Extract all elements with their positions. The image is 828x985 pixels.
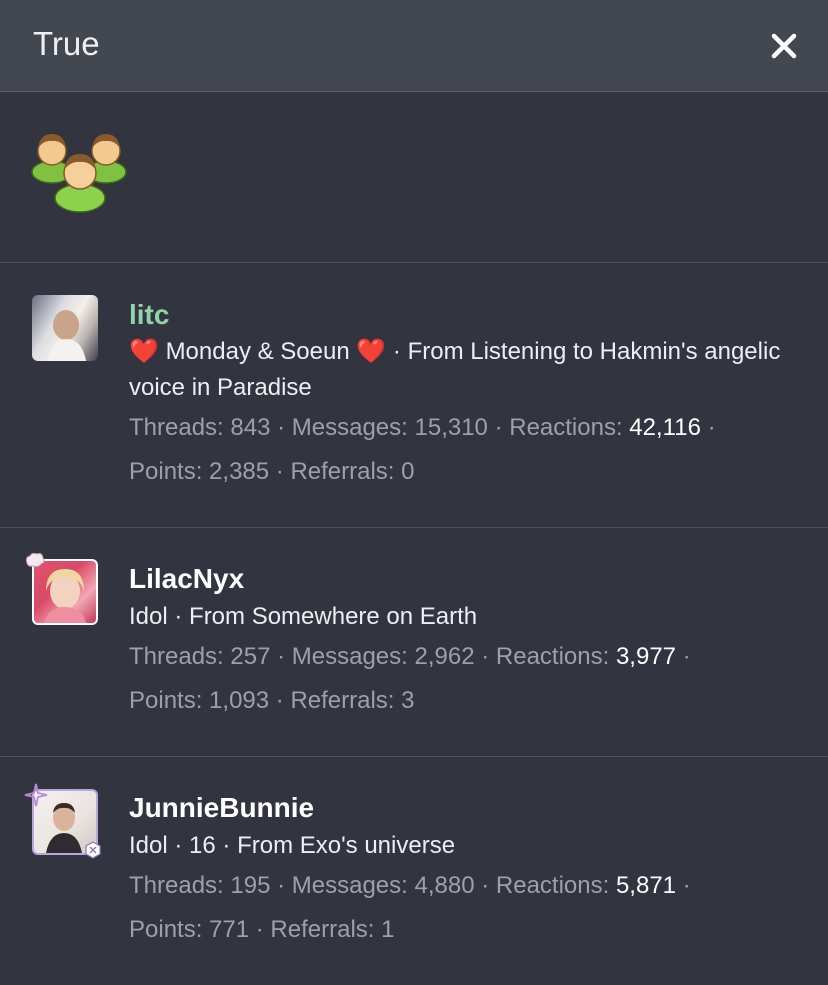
member-bio: Idol · 16 · From Exo's universe	[129, 828, 799, 864]
close-icon	[771, 33, 797, 59]
member-username[interactable]: LilacNyx	[129, 563, 244, 595]
points-count: 1,093	[209, 687, 270, 714]
member-title: Idol	[129, 603, 168, 630]
member-username[interactable]: litc	[129, 299, 169, 331]
group-icon-row	[0, 92, 828, 263]
messages-count: 15,310	[414, 414, 488, 441]
messages-count: 2,962	[414, 643, 475, 670]
stats-separator: ·	[270, 643, 292, 670]
stats-separator: ·	[487, 414, 510, 441]
member-username[interactable]: JunnieBunnie	[129, 792, 314, 824]
heart-icon: ❤️	[129, 338, 159, 365]
dialog-header: True	[0, 0, 828, 92]
stats-separator: ·	[474, 643, 496, 670]
member-stats: Threads: 195 · Messages: 4,880 · Reactio…	[129, 864, 799, 952]
stats-separator: ·	[474, 872, 496, 899]
close-button[interactable]	[764, 26, 804, 66]
reactions-count: 42,116	[629, 414, 701, 441]
threads-label: Threads:	[129, 643, 224, 670]
member-bio: Idol · From Somewhere on Earth	[129, 599, 799, 635]
stats-separator: ·	[269, 458, 291, 485]
referrals-count: 1	[381, 916, 395, 943]
points-label: Points:	[129, 916, 203, 943]
member-row: litc ❤️ Monday & Soeun ❤️ · From Listeni…	[0, 263, 828, 528]
reactions-label: Reactions:	[509, 414, 623, 441]
heart-icon: ❤️	[356, 338, 387, 365]
referrals-label: Referrals:	[290, 687, 395, 714]
bio-separator: ·	[167, 603, 190, 630]
stats-separator: ·	[270, 414, 292, 441]
messages-label: Messages:	[291, 414, 408, 441]
points-label: Points:	[129, 458, 203, 485]
points-count: 2,385	[209, 458, 270, 485]
avatar-image	[32, 295, 98, 361]
messages-count: 4,880	[414, 872, 475, 899]
member-bio: ❤️ Monday & Soeun ❤️ · From Listening to…	[129, 334, 799, 406]
reactions-label: Reactions:	[495, 643, 610, 670]
threads-label: Threads:	[129, 872, 224, 899]
member-location: From Somewhere on Earth	[189, 603, 478, 630]
member-stats: Threads: 843 · Messages: 15,310 · Reacti…	[129, 406, 799, 494]
referrals-label: Referrals:	[290, 458, 395, 485]
threads-label: Threads:	[129, 414, 224, 441]
referrals-count: 3	[401, 687, 415, 714]
threads-count: 257	[230, 643, 271, 670]
messages-label: Messages:	[291, 872, 408, 899]
stats-separator: ·	[269, 687, 291, 714]
stats-separator: ·	[249, 916, 271, 943]
points-count: 771	[209, 916, 250, 943]
stats-separator: ·	[270, 872, 292, 899]
member-location: From Exo's universe	[237, 832, 456, 859]
member-avatar[interactable]	[25, 552, 98, 625]
member-row: JunnieBunnie Idol · 16 · From Exo's univ…	[0, 757, 828, 985]
stats-separator: ·	[700, 414, 716, 441]
reactions-count: 3,977	[615, 643, 677, 670]
referrals-label: Referrals:	[270, 916, 375, 943]
avatar-badge-icon	[25, 552, 45, 568]
member-title: Idol	[129, 832, 168, 859]
stats-separator: ·	[676, 872, 691, 899]
member-row: LilacNyx Idol · From Somewhere on Earth …	[0, 528, 828, 757]
reactions-label: Reactions:	[495, 872, 610, 899]
bio-separator: ·	[386, 338, 408, 365]
threads-count: 843	[230, 414, 271, 441]
reactions-count: 5,871	[615, 872, 677, 899]
member-avatar[interactable]	[24, 783, 101, 859]
exo-logo-icon	[85, 841, 101, 859]
referrals-count: 0	[401, 458, 415, 485]
dialog-title: True	[33, 25, 100, 62]
member-title: Monday & Soeun	[165, 338, 350, 365]
stats-separator: ·	[676, 643, 691, 670]
member-avatar[interactable]	[32, 295, 98, 361]
member-age: 16	[189, 832, 216, 859]
member-stats: Threads: 257 · Messages: 2,962 · Reactio…	[129, 635, 799, 723]
group-members-icon	[31, 134, 127, 213]
avatar-badge-icon	[24, 783, 48, 807]
points-label: Points:	[129, 687, 203, 714]
bio-separator: ·	[167, 832, 190, 859]
threads-count: 195	[230, 872, 271, 899]
bio-separator: ·	[215, 832, 238, 859]
messages-label: Messages:	[291, 643, 408, 670]
